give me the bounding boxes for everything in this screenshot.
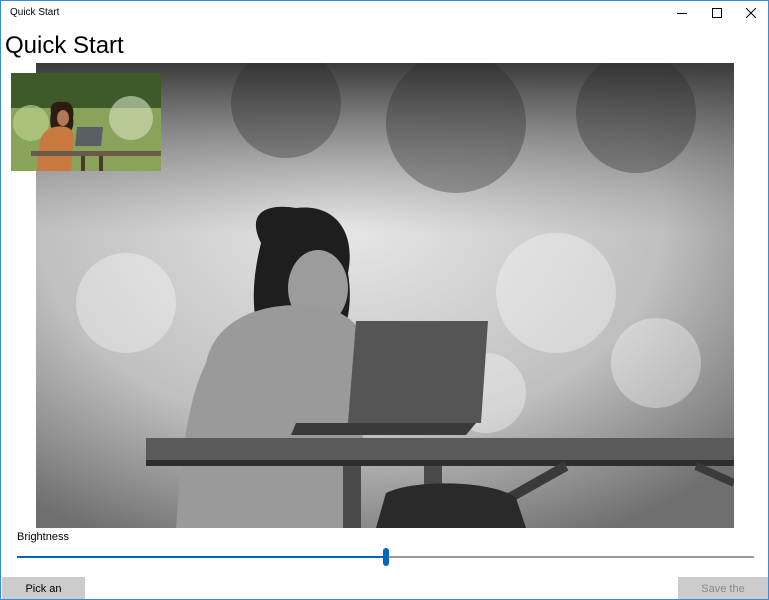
minimize-icon [677,13,687,14]
brightness-label: Brightness [17,531,69,543]
page-title: Quick Start [5,32,124,59]
brightness-slider[interactable] [17,546,754,568]
maximize-icon [712,8,722,18]
slider-thumb[interactable] [383,548,389,566]
close-icon [746,8,756,18]
window-title: Quick Start [10,7,60,18]
photo-color-icon [11,73,161,171]
app-window: Quick Start Quick Start Brightness Pick … [0,0,769,600]
save-image-button[interactable]: Save the image [678,577,768,599]
pick-image-button[interactable]: Pick an image [2,577,85,599]
slider-fill [17,556,386,558]
thumbnail-image [11,73,161,171]
close-button[interactable] [734,1,768,25]
maximize-button[interactable] [700,1,734,25]
title-bar[interactable]: Quick Start [1,1,768,25]
minimize-button[interactable] [665,1,699,25]
